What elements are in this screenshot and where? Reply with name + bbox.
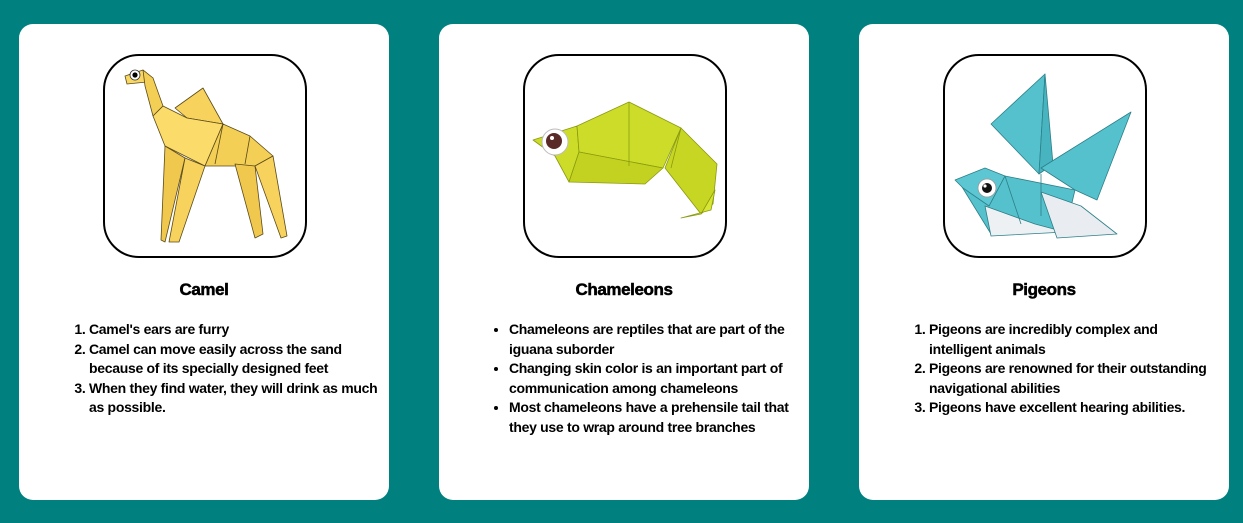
list-item: Changing skin color is an important part… — [509, 359, 809, 398]
pigeon-icon — [954, 73, 1132, 239]
list-item: Pigeons are renowned for their outstandi… — [929, 359, 1221, 398]
fact-list: Chameleons are reptiles that are part of… — [489, 320, 809, 437]
card-title: Pigeons — [1012, 280, 1076, 300]
list-item: Pigeons have excellent hearing abilities… — [929, 398, 1221, 418]
list-item: Most chameleons have a prehensile tail t… — [509, 398, 809, 437]
camel-card: Camel Camel's ears are furry Camel can m… — [19, 24, 389, 500]
pigeon-card: Pigeons Pigeons are incredibly complex a… — [859, 24, 1229, 500]
camel-image-frame — [103, 54, 307, 258]
card-title: Chameleons — [575, 280, 673, 300]
fact-list: Camel's ears are furry Camel can move ea… — [69, 320, 381, 418]
list-item: Pigeons are incredibly complex and intel… — [929, 320, 1221, 359]
fact-list: Pigeons are incredibly complex and intel… — [909, 320, 1221, 418]
chameleon-image-frame — [523, 54, 727, 258]
list-item: Chameleons are reptiles that are part of… — [509, 320, 809, 359]
list-item: Camel can move easily across the sand be… — [89, 340, 381, 379]
chameleon-icon — [532, 101, 718, 219]
chameleon-card: Chameleons Chameleons are reptiles that … — [439, 24, 809, 500]
camel-icon — [124, 69, 288, 243]
card-title: Camel — [179, 280, 229, 300]
pigeon-image-frame — [943, 54, 1147, 258]
list-item: When they find water, they will drink as… — [89, 379, 381, 418]
list-item: Camel's ears are furry — [89, 320, 381, 340]
